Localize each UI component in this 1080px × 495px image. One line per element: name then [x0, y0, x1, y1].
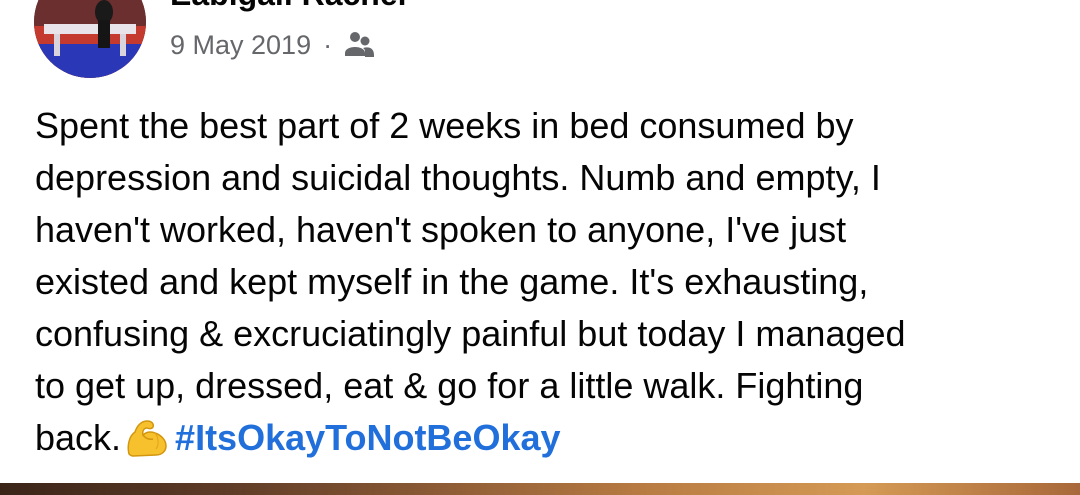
post-body: Spent the best part of 2 weeks in bed co… [35, 100, 1045, 472]
post-meta: 9 May 2019 · [170, 28, 376, 62]
meta-separator: · [323, 29, 333, 60]
hashtag-link[interactable]: #ItsOkayToNotBeOkay [175, 417, 560, 458]
post-line: depression and suicidal thoughts. Numb a… [35, 157, 881, 198]
post-line: confusing & excruciatingly painful but t… [35, 313, 906, 354]
post-last-line: back. #ItsOkayToNotBeOkay [35, 412, 1045, 472]
post-date[interactable]: 9 May 2019 [170, 30, 311, 61]
author-name[interactable]: Eabigail Rachel [170, 0, 407, 10]
flexed-biceps-icon [125, 418, 169, 472]
friends-icon[interactable] [342, 30, 376, 60]
post-line: existed and kept myself in the game. It'… [35, 261, 869, 302]
post-media-image[interactable] [0, 483, 1080, 495]
post-header: Eabigail Rachel 9 May 2019 · [0, 0, 1080, 96]
post-line: to get up, dressed, eat & go for a littl… [35, 365, 864, 406]
post-line: haven't worked, haven't spoken to anyone… [35, 209, 847, 250]
post-line: Spent the best part of 2 weeks in bed co… [35, 105, 854, 146]
avatar[interactable] [34, 0, 146, 78]
post-line: back. [35, 417, 122, 458]
